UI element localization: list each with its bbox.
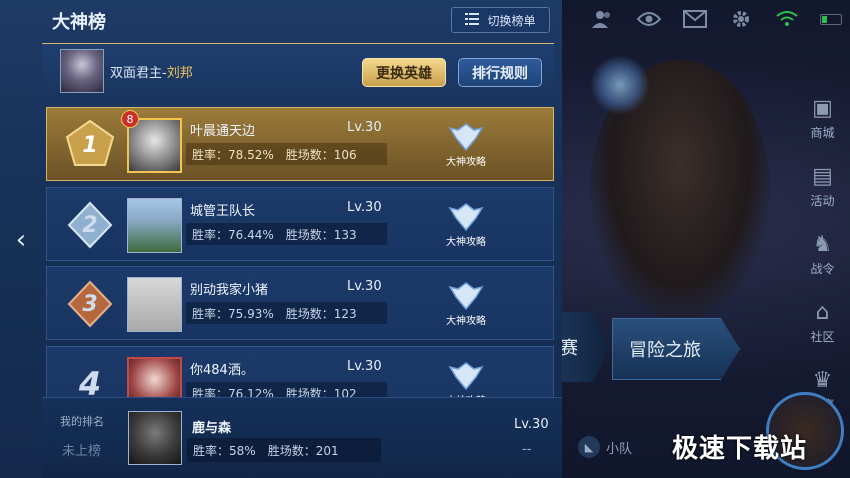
rank-medal-silver: 2 (63, 199, 117, 251)
team-icon: ◣ (578, 436, 600, 458)
side-menu: ▣ 商城 ▤ 活动 ♞ 战令 ⌂ 社区 ♛ 赛事 (795, 85, 850, 425)
rank-number: 3 (82, 291, 98, 317)
friends-icon[interactable] (580, 0, 626, 38)
page-title: 大神榜 (52, 12, 106, 33)
hero-name: 双面君主-刘邦 (110, 62, 193, 81)
team-label: 小队 (606, 441, 633, 457)
community-icon: ⌂ (815, 299, 830, 325)
side-menu-label: 商城 (810, 125, 835, 140)
guide-emblem-icon (448, 282, 484, 311)
mail-icon[interactable] (672, 0, 718, 38)
battle-pass-icon: ♞ (812, 231, 833, 257)
rank-rules-button[interactable]: 排行规则 (458, 58, 542, 87)
activity-icon: ▤ (812, 163, 833, 189)
flower-art (590, 55, 650, 115)
win-count: 胜场数：106 (285, 147, 357, 162)
win-rate: 胜率：76.44% (192, 227, 274, 242)
player-name: 鹿与森 (192, 421, 232, 436)
switch-list-label: 切换榜单 (487, 13, 536, 28)
back-arrow-icon[interactable]: ‹ (8, 225, 34, 255)
guide-emblem-icon (448, 123, 484, 152)
side-menu-label: 活动 (810, 193, 835, 208)
player-level: Lv.30 (347, 279, 382, 294)
side-menu-item-battle-pass[interactable]: ♞ 战令 (795, 221, 850, 289)
win-count: 胜场数：123 (285, 306, 357, 321)
avatar[interactable] (127, 277, 182, 332)
ranked-match-label: 赛 (560, 338, 578, 359)
guide-emblem-icon (448, 203, 484, 232)
side-menu-item-activity[interactable]: ▤ 活动 (795, 153, 850, 221)
player-stats: 胜率：58% 胜场数：201 (187, 438, 381, 462)
change-hero-button[interactable]: 更换英雄 (362, 58, 446, 87)
my-rank-bar: 我的排名 未上榜 鹿与森 Lv.30 胜率：58% 胜场数：201 -- (42, 397, 562, 478)
guide-button[interactable]: 大神攻略 (433, 202, 499, 252)
avatar[interactable] (127, 198, 182, 253)
side-menu-label: 社区 (810, 329, 835, 344)
leaderboard-row[interactable]: 2 城管王队长 Lv.30 胜率：76.44% 胜场数：133 大神攻略 (46, 187, 554, 261)
avatar[interactable] (128, 411, 182, 465)
gear-icon[interactable] (718, 0, 764, 38)
player-stats: 胜率：75.93% 胜场数：123 (186, 302, 387, 324)
win-rate: 胜率：75.93% (192, 306, 274, 321)
player-stats: 胜率：76.44% 胜场数：133 (186, 223, 387, 245)
win-rate: 胜率：78.52% (192, 147, 274, 162)
side-menu-item-shop[interactable]: ▣ 商城 (795, 85, 850, 153)
player-name: 城管王队长 (190, 204, 256, 219)
player-level: Lv.30 (347, 359, 382, 374)
team-button[interactable]: ◣ 小队 (578, 436, 632, 458)
player-stats: 胜率：78.52% 胜场数：106 (186, 143, 387, 165)
win-rate: 胜率：58% (193, 443, 256, 458)
side-menu-item-community[interactable]: ⌂ 社区 (795, 289, 850, 357)
player-name: 你484洒。 (190, 363, 254, 378)
leaderboard-row[interactable]: 3 别动我家小猪 Lv.30 胜率：75.93% 胜场数：123 大神攻略 (46, 266, 554, 340)
leaderboard-row[interactable]: 1 8 叶晨通天边 Lv.30 胜率：78.52% 胜场数：106 大神攻略 (46, 107, 554, 181)
hero-name-highlight: 刘邦 (166, 66, 193, 81)
vip-badge: 8 (121, 110, 139, 128)
player-level: Lv.30 (347, 120, 382, 135)
rank-number: 1 (82, 132, 98, 158)
top-status-bar (580, 0, 850, 38)
trophy-icon: ♛ (812, 367, 833, 393)
switch-list-button[interactable]: 切换榜单 (451, 7, 550, 33)
wifi-icon (764, 0, 810, 38)
player-name: 叶晨通天边 (190, 124, 256, 139)
adventure-label: 冒险之旅 (629, 340, 701, 361)
watermark: 极速下载站 (672, 434, 808, 464)
hero-avatar[interactable] (60, 49, 104, 93)
my-rank-value: -- (522, 442, 532, 457)
my-rank-status: 未上榜 (62, 444, 102, 459)
shop-icon: ▣ (812, 95, 833, 121)
guide-label: 大神攻略 (446, 237, 486, 248)
battery-icon (820, 13, 842, 25)
guide-label: 大神攻略 (446, 157, 486, 168)
player-level: Lv.30 (347, 200, 382, 215)
guide-button[interactable]: 大神攻略 (433, 122, 499, 172)
rank-number: 2 (82, 212, 98, 238)
player-name: 别动我家小猪 (190, 283, 269, 298)
my-rank-label: 我的排名 (60, 415, 104, 428)
guide-label: 大神攻略 (446, 316, 486, 327)
win-count: 胜场数：133 (285, 227, 357, 242)
rank-medal-bronze: 3 (63, 278, 117, 330)
hero-title: 双面君主- (110, 66, 167, 81)
adventure-button[interactable]: 冒险之旅 (612, 318, 740, 380)
list-icon (465, 12, 480, 28)
win-count: 胜场数：201 (267, 443, 339, 458)
view-icon[interactable] (626, 0, 672, 38)
player-level: Lv.30 (514, 417, 549, 432)
hero-selector: 双面君主-刘邦 更换英雄 排行规则 (42, 43, 554, 98)
rank-medal-gold: 1 (63, 119, 117, 171)
leaderboard-panel: 大神榜 切换榜单 ‹ 双面君主-刘邦 更换英雄 排行规则 1 8 叶晨通天边 L… (0, 0, 562, 478)
side-menu-label: 战令 (810, 261, 835, 276)
guide-button[interactable]: 大神攻略 (433, 281, 499, 331)
guide-emblem-icon (448, 362, 484, 391)
